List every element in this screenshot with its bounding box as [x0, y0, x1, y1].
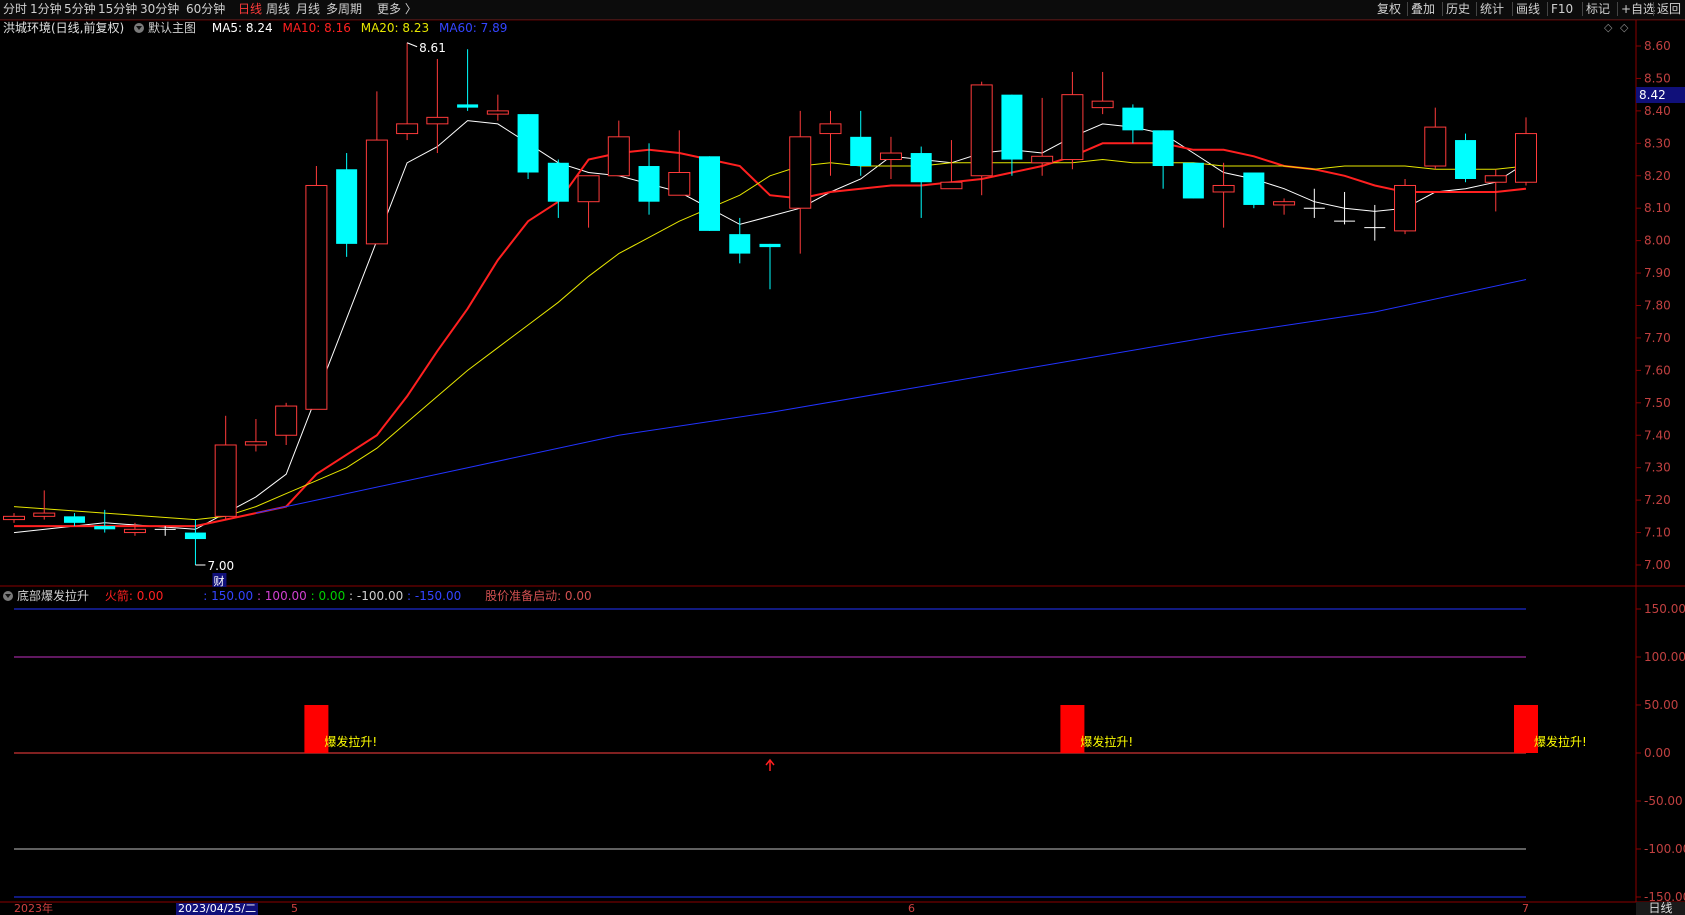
- ma-line-ma60: [255, 279, 1527, 514]
- candle-body: [638, 166, 660, 202]
- price-tick-label: 7.90: [1644, 266, 1671, 280]
- price-tick-label: 8.20: [1644, 169, 1671, 183]
- candle-body: [336, 169, 358, 244]
- axis-month-6: 6: [908, 902, 915, 915]
- candle-body: [3, 515, 25, 521]
- candle-body: [1122, 107, 1144, 131]
- candle-body: [879, 152, 902, 161]
- candle-body: [819, 123, 842, 135]
- axis-month-5: 5: [291, 902, 298, 915]
- candle-body: [1273, 201, 1296, 206]
- candle-body: [1515, 133, 1537, 183]
- candle-body: [365, 139, 388, 245]
- high-pointer: [406, 42, 418, 48]
- price-tick-label: 7.70: [1644, 331, 1671, 345]
- candle-body: [1182, 162, 1204, 199]
- price-tick-label: 8.40: [1644, 104, 1671, 118]
- candle-body: [668, 172, 691, 196]
- candle-body: [33, 512, 56, 517]
- candle-body: [1212, 184, 1235, 193]
- candle-body: [1152, 130, 1174, 167]
- ma-line-ma20: [13, 158, 1527, 521]
- candle-body: [607, 136, 630, 177]
- indicator-tick-label: 0.00: [1644, 746, 1671, 760]
- price-tick-label: 7.50: [1644, 396, 1671, 410]
- candle-body: [789, 136, 812, 209]
- candle-body: [970, 84, 993, 177]
- candle-body: [457, 104, 479, 108]
- axis-year-label: 2023年: [14, 902, 53, 915]
- candle-body: [123, 528, 146, 534]
- candle-body: [850, 136, 872, 167]
- candle-body: [1243, 172, 1265, 205]
- candle-body: [759, 243, 781, 248]
- candle-body: [577, 175, 600, 203]
- price-tick-label: 8.50: [1644, 71, 1671, 85]
- indicator-tick-label: -100.00: [1644, 842, 1685, 856]
- candle-body: [1031, 155, 1054, 164]
- candle-body: [1394, 184, 1417, 232]
- indicator-tick-label: 50.00: [1644, 698, 1678, 712]
- candle-body: [699, 156, 721, 231]
- candle-body: [1424, 126, 1447, 167]
- candle-body: [184, 532, 206, 540]
- candle-body: [729, 234, 751, 254]
- price-tick-label: 7.00: [1644, 558, 1671, 572]
- indicator-tick-label: 100.00: [1644, 650, 1685, 664]
- ma-line-ma10: [14, 142, 1527, 528]
- timeframe-label[interactable]: 日线: [1636, 902, 1685, 915]
- current-price-tag: 8.42: [1636, 87, 1685, 103]
- price-tick-label: 7.30: [1644, 461, 1671, 475]
- chart-area[interactable]: 8.60 8.50 8.40 8.30 8.20 8.10 8.00 7.90 7.80 7.70…: [0, 0, 1685, 915]
- price-tick-label: 8.10: [1644, 201, 1671, 215]
- high-annotation: 8.61: [419, 41, 446, 55]
- price-tick-label: 8.30: [1644, 136, 1671, 150]
- signal-label: 爆发拉升!: [1534, 734, 1587, 749]
- indicator-tick-label: -50.00: [1644, 794, 1683, 808]
- signal-label: 爆发拉升!: [1080, 734, 1133, 749]
- axis-month-7: 7: [1522, 902, 1529, 915]
- candle-body: [396, 123, 419, 135]
- cursor-date-label: 2023/04/25/二: [176, 902, 259, 915]
- price-tick-label: 8.60: [1644, 39, 1671, 53]
- indicator-tick-label: 150.00: [1644, 602, 1685, 616]
- candle-body: [275, 405, 298, 436]
- candle-body: [305, 184, 328, 410]
- low-annotation: 7.00: [207, 559, 234, 573]
- price-tick-label: 8.00: [1644, 234, 1671, 248]
- price-tick-label: 7.80: [1644, 299, 1671, 313]
- candle-body: [244, 441, 267, 446]
- candle-body: [1455, 140, 1477, 179]
- candle-body: [214, 444, 237, 517]
- candle-body: [63, 516, 85, 523]
- price-tick-label: 7.10: [1644, 526, 1671, 540]
- ma-line-ma5: [13, 120, 1527, 534]
- candle-body: [94, 526, 116, 530]
- candle-body: [1091, 100, 1114, 109]
- signal-label: 爆发拉升!: [324, 734, 377, 749]
- candle-body: [1001, 94, 1023, 160]
- candle-body: [910, 153, 932, 183]
- candle-body: [1484, 175, 1507, 183]
- candle-body: [517, 114, 539, 173]
- candle-body: [1061, 94, 1084, 161]
- candle-body: [426, 116, 449, 125]
- finance-mark-label: 财: [213, 574, 224, 588]
- candle-body: [940, 181, 963, 190]
- price-tick-label: 7.20: [1644, 493, 1671, 507]
- candle-body: [486, 110, 509, 115]
- candle-body: [547, 162, 569, 202]
- price-tick-label: 7.40: [1644, 428, 1671, 442]
- price-tick-label: 7.60: [1644, 363, 1671, 377]
